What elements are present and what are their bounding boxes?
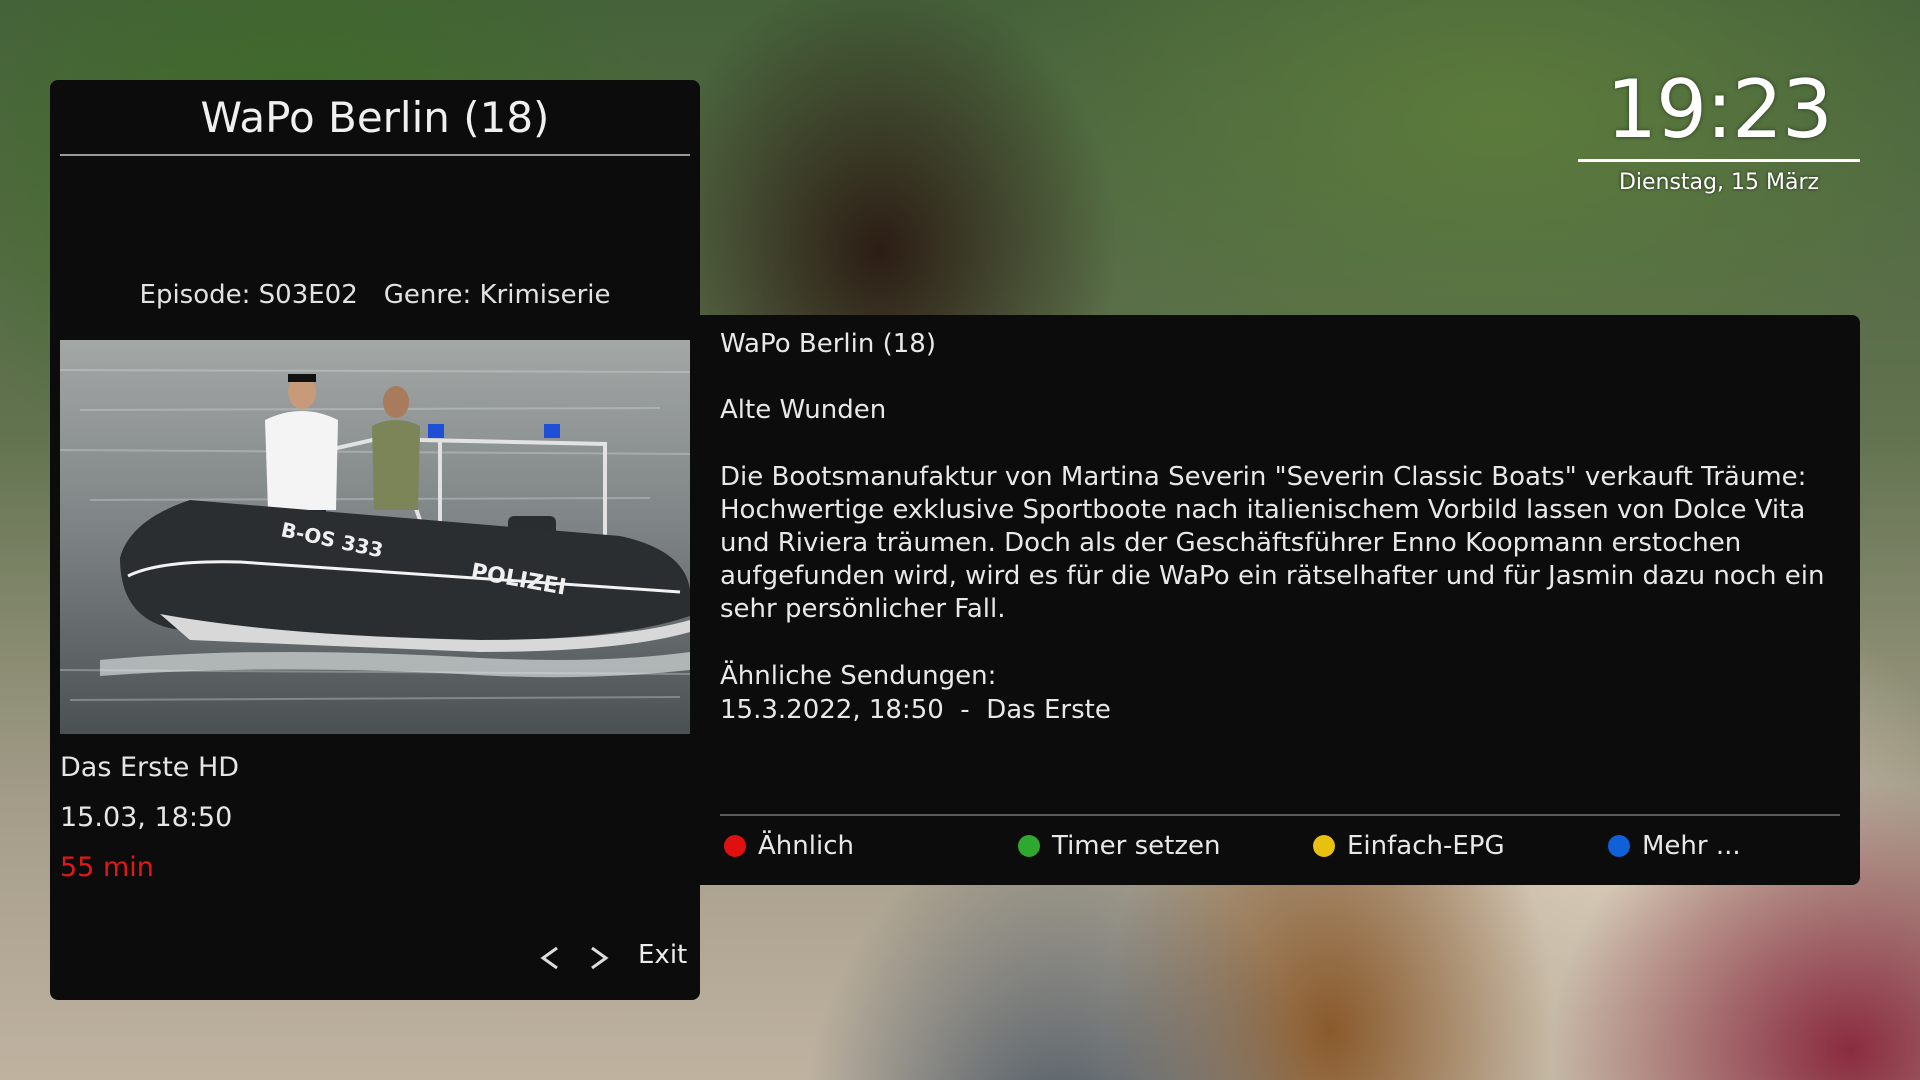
set-timer-button[interactable]: Timer setzen <box>1018 828 1220 864</box>
blue-key-icon <box>1608 835 1630 857</box>
clock-date: Dienstag, 15 März <box>1618 170 1820 195</box>
exit-button[interactable]: Exit <box>638 940 687 970</box>
chevron-left-icon <box>540 946 558 970</box>
similar-button-label: Ähnlich <box>758 831 854 861</box>
clock-widget: 19:23 Dienstag, 15 März <box>1578 62 1860 195</box>
simple-epg-button[interactable]: Einfach-EPG <box>1313 828 1505 864</box>
clock-time: 19:23 <box>1606 63 1833 156</box>
next-event-button[interactable] <box>584 938 614 978</box>
duration: 55 min <box>60 852 154 883</box>
description-text: Die Bootsmanufaktur von Martina Severin … <box>720 462 1825 624</box>
event-info-panel: WaPo Berlin (18) Episode: S03E02 Genre: K… <box>50 80 700 1000</box>
similar-events-heading: Ähnliche Sendungen: <box>720 661 997 691</box>
red-key-icon <box>724 835 746 857</box>
simple-epg-button-label: Einfach-EPG <box>1347 831 1505 861</box>
channel-name: Das Erste HD <box>60 752 240 783</box>
program-preview-image: B-OS 333 POLIZEI <box>60 340 690 734</box>
button-bar-divider <box>720 814 1840 816</box>
more-button-label: Mehr ... <box>1642 831 1741 861</box>
green-key-icon <box>1018 835 1040 857</box>
chevron-right-icon <box>591 946 609 970</box>
tv-screen: WaPo Berlin (18) Episode: S03E02 Genre: K… <box>0 0 1920 1080</box>
more-button[interactable]: Mehr ... <box>1608 828 1741 864</box>
genre-label: Genre: Krimiserie <box>383 280 611 310</box>
title-divider <box>60 154 690 156</box>
police-boat-picture: B-OS 333 POLIZEI <box>60 340 690 734</box>
yellow-key-icon <box>1313 835 1335 857</box>
clock-divider <box>1578 159 1860 162</box>
program-title: WaPo Berlin (18) <box>200 93 550 142</box>
episode-title: Alte Wunden <box>720 395 887 425</box>
similar-button[interactable]: Ähnlich <box>724 828 854 864</box>
episode-genre-line: Episode: S03E02 Genre: Krimiserie <box>50 280 700 310</box>
air-time: 15.03, 18:50 <box>60 802 233 833</box>
set-timer-button-label: Timer setzen <box>1052 831 1221 861</box>
previous-event-button[interactable] <box>535 938 565 978</box>
description-panel: WaPo Berlin (18) Alte Wunden Die Bootsma… <box>700 315 1860 885</box>
similar-event-entry[interactable]: 15.3.2022, 18:50 - Das Erste <box>720 695 1840 725</box>
description-title: WaPo Berlin (18) <box>720 329 936 359</box>
episode-label: Episode: S03E02 <box>139 280 358 310</box>
